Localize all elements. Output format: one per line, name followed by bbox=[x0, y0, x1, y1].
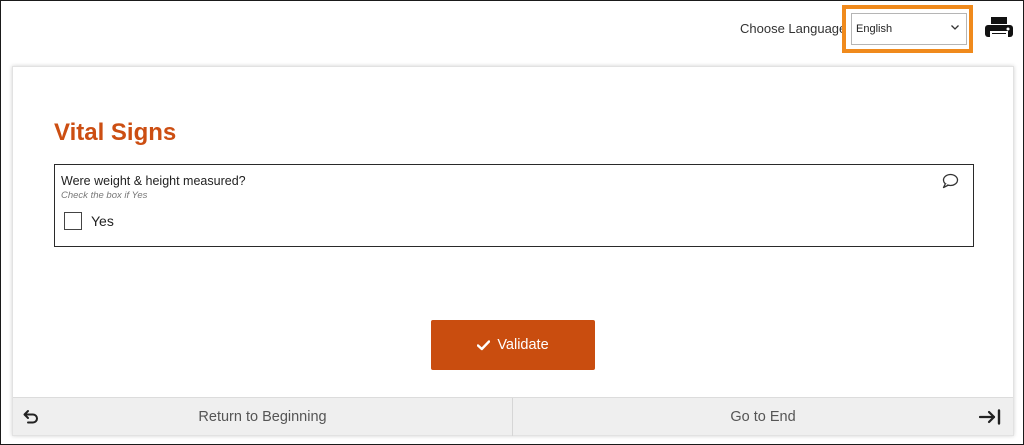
question-text: Were weight & height measured? bbox=[61, 174, 246, 188]
return-to-beginning-button[interactable]: Return to Beginning bbox=[13, 398, 513, 436]
validate-button[interactable]: Validate bbox=[431, 320, 595, 370]
chevron-down-icon bbox=[951, 25, 959, 30]
comment-icon[interactable] bbox=[941, 173, 959, 189]
end-label: Go to End bbox=[730, 409, 796, 425]
language-selected-value: English bbox=[856, 23, 893, 35]
page-title: Vital Signs bbox=[54, 119, 177, 146]
yes-checkbox[interactable] bbox=[64, 212, 82, 230]
language-select[interactable]: English bbox=[851, 13, 967, 45]
printer-icon[interactable] bbox=[984, 16, 1014, 44]
form-card: Vital Signs Were weight & height measure… bbox=[12, 66, 1014, 436]
checkmark-icon bbox=[477, 339, 491, 350]
return-label: Return to Beginning bbox=[198, 409, 327, 425]
go-to-end-button[interactable]: Go to End bbox=[513, 398, 1013, 436]
yes-checkbox-label[interactable]: Yes bbox=[91, 213, 114, 229]
question-panel: Were weight & height measured? Check the… bbox=[54, 164, 974, 247]
navigation-footer: Return to Beginning Go to End bbox=[13, 397, 1013, 436]
language-label: Choose Language bbox=[740, 21, 847, 36]
question-hint: Check the box if Yes bbox=[61, 190, 148, 201]
validate-label: Validate bbox=[497, 337, 549, 353]
return-arrow-icon bbox=[23, 410, 38, 424]
arrow-to-end-icon bbox=[979, 409, 1001, 425]
